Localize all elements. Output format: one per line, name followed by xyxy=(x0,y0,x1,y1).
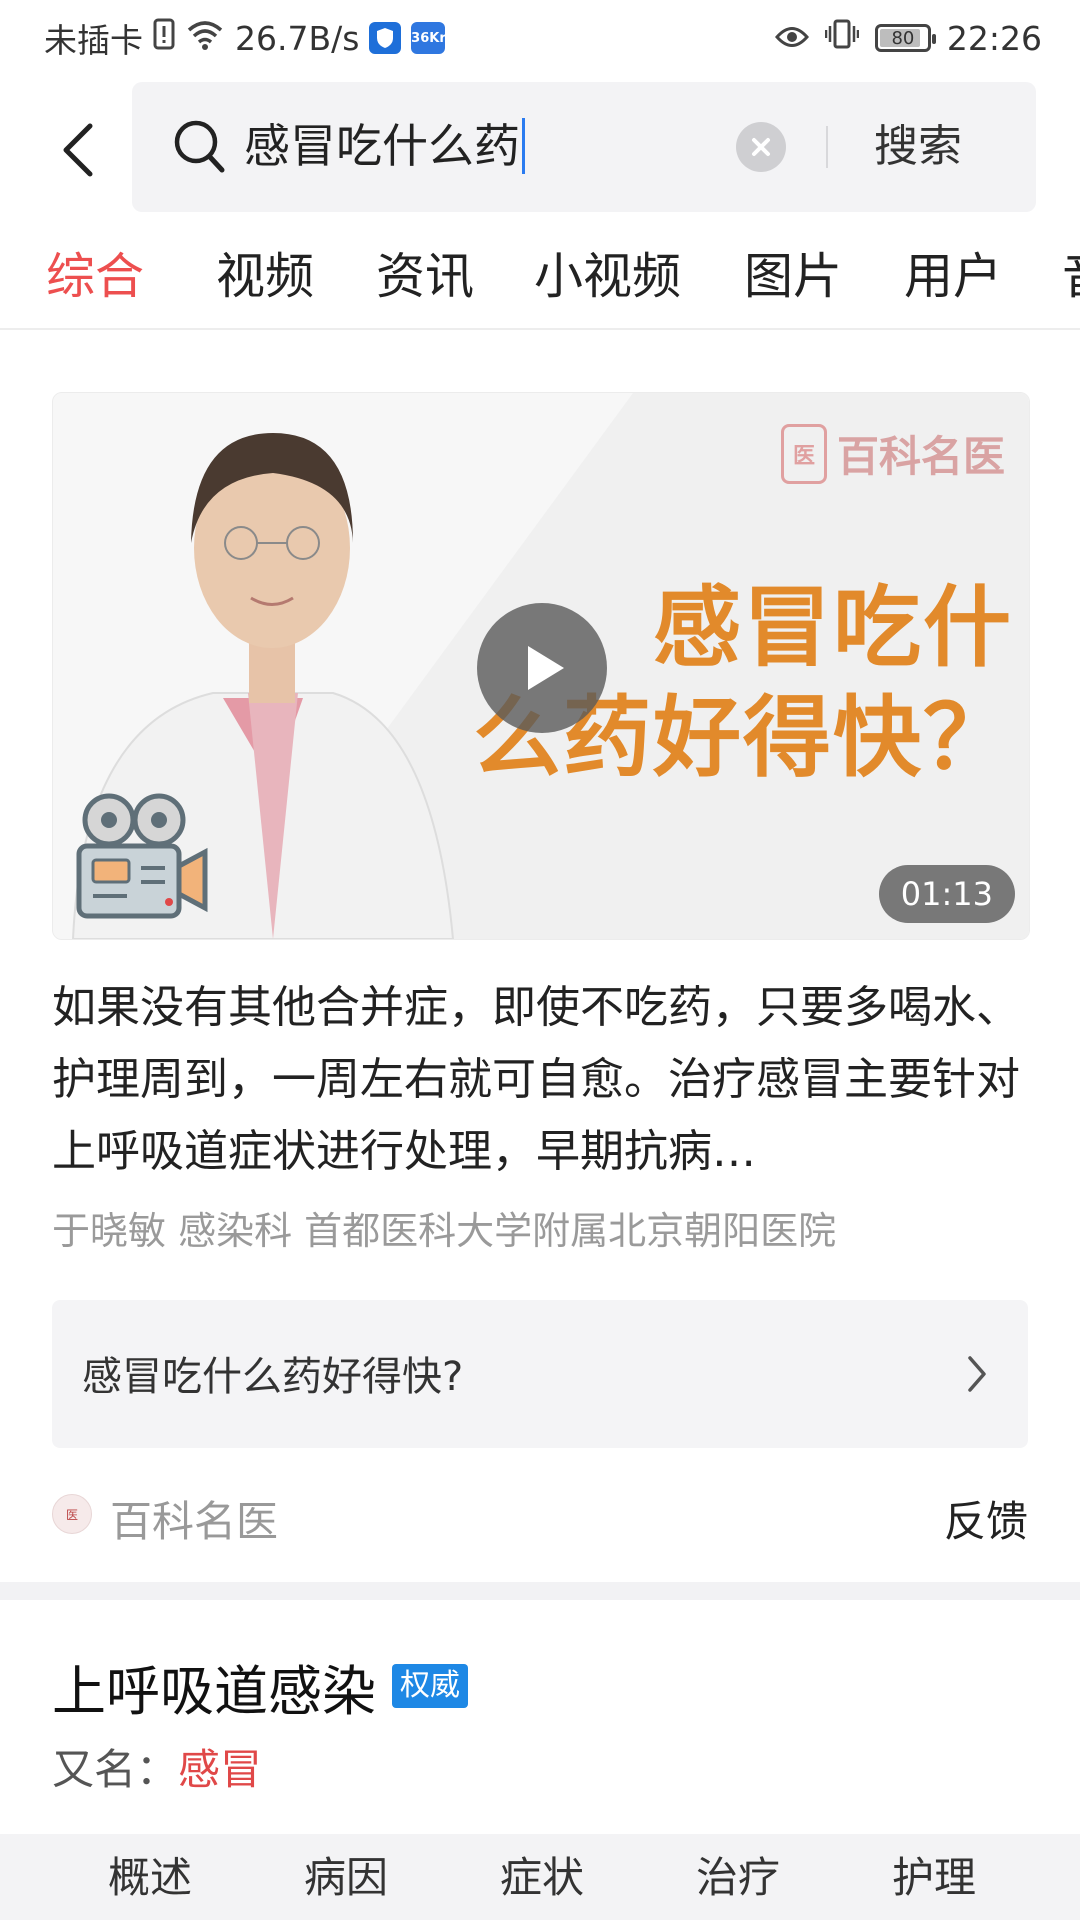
search-divider xyxy=(826,126,828,168)
tab-comprehensive[interactable]: 综合 xyxy=(46,242,144,312)
entry-alias: 又名：感冒 xyxy=(52,1736,262,1797)
tab-causes[interactable]: 病因 xyxy=(304,1848,388,1908)
tab-music[interactable]: 音 xyxy=(1062,242,1080,312)
status-right: 80 22:26 xyxy=(774,14,1042,62)
eye-icon xyxy=(774,19,809,58)
tab-short-video[interactable]: 小视频 xyxy=(534,242,681,312)
play-icon xyxy=(528,646,564,690)
sim-alert-icon xyxy=(153,18,175,58)
search-button[interactable]: 搜索 xyxy=(874,118,962,176)
tab-images[interactable]: 图片 xyxy=(744,242,842,312)
chevron-right-icon xyxy=(966,1354,988,1398)
category-tabs: 综合 视频 资讯 小视频 图片 用户 音 xyxy=(0,232,1080,330)
tab-news[interactable]: 资讯 xyxy=(376,242,474,312)
back-button[interactable] xyxy=(48,112,108,188)
related-question-text: 感冒吃什么药好得快? xyxy=(82,1354,464,1400)
entry-header[interactable]: 上呼吸道感染 权威 xyxy=(52,1650,468,1723)
video-thumbnail[interactable]: 医 百科名医 感冒吃什 么药好得快？ 01:13 xyxy=(52,392,1030,940)
alias-link[interactable]: 感冒 xyxy=(178,1745,262,1794)
search-icon xyxy=(172,118,226,180)
source-row: 医 百科名医 反馈 xyxy=(52,1484,1028,1546)
result-description[interactable]: 如果没有其他合并症，即使不吃药，只要多喝水、护理周到，一周左右就可自愈。治疗感冒… xyxy=(52,972,1028,1188)
video-camera-icon xyxy=(76,793,208,919)
text-caret xyxy=(522,118,525,174)
status-bar: 未插卡 26.7B/s 36Kr 80 22:26 xyxy=(0,0,1080,76)
author-meta: 于晓敏 感染科 首都医科大学附属北京朝阳医院 xyxy=(52,1209,837,1253)
entry-section-tabs: 概述 病因 症状 治疗 护理 xyxy=(0,1834,1080,1920)
search-input[interactable]: 感冒吃什么药 xyxy=(244,118,525,174)
authority-badge: 权威 xyxy=(392,1664,468,1708)
network-speed: 26.7B/s xyxy=(235,18,360,58)
entry-title: 上呼吸道感染 xyxy=(52,1659,376,1723)
tab-symptoms[interactable]: 症状 xyxy=(500,1848,584,1908)
video-duration: 01:13 xyxy=(878,865,1015,923)
feedback-button[interactable]: 反馈 xyxy=(944,1488,1028,1549)
close-icon xyxy=(752,138,770,156)
search-bar: 感冒吃什么药 搜索 xyxy=(132,82,1036,212)
status-left: 未插卡 26.7B/s 36Kr xyxy=(44,14,446,62)
tab-care[interactable]: 护理 xyxy=(892,1848,976,1908)
alias-label: 又名： xyxy=(52,1745,179,1794)
source-logo-icon: 医 xyxy=(52,1494,92,1534)
clear-search-button[interactable] xyxy=(736,122,786,172)
search-query-text: 感冒吃什么药 xyxy=(244,119,520,173)
tab-video[interactable]: 视频 xyxy=(216,242,314,312)
36kr-app-icon: 36Kr xyxy=(411,22,446,54)
source-name[interactable]: 百科名医 xyxy=(110,1488,278,1549)
watermark-text: 百科名医 xyxy=(836,432,1005,481)
battery-indicator: 80 xyxy=(874,24,936,52)
related-question-card[interactable]: 感冒吃什么药好得快? xyxy=(52,1300,1028,1448)
play-button[interactable] xyxy=(477,603,607,733)
seal-icon: 医 xyxy=(780,423,827,484)
clock: 22:26 xyxy=(946,18,1042,58)
section-divider xyxy=(0,1582,1080,1600)
tab-treatment[interactable]: 治疗 xyxy=(696,1848,780,1908)
battery-percent: 80 xyxy=(891,27,915,49)
tab-overview[interactable]: 概述 xyxy=(108,1848,192,1908)
shield-app-icon xyxy=(369,22,402,54)
brand-watermark: 医 百科名医 xyxy=(780,423,1005,484)
chevron-left-icon xyxy=(63,123,93,177)
carrier-text: 未插卡 xyxy=(44,21,143,60)
wifi-icon xyxy=(185,18,225,58)
vibrate-icon xyxy=(824,18,860,58)
tab-users[interactable]: 用户 xyxy=(904,242,1002,312)
